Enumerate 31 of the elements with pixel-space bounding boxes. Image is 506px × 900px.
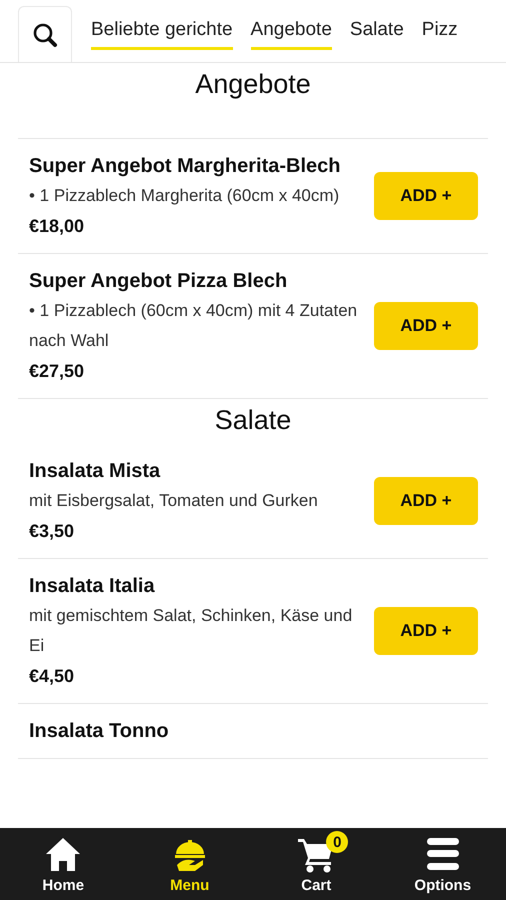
add-button[interactable]: ADD + bbox=[374, 607, 478, 655]
category-tab[interactable]: Pizz bbox=[422, 19, 458, 50]
item-name: Insalata Italia bbox=[29, 574, 156, 599]
item-price: €27,50 bbox=[29, 360, 86, 383]
item-description: mit gemischtem Salat, Schinken, Käse und Ei bbox=[29, 605, 354, 657]
category-tab[interactable]: Angebote bbox=[250, 19, 332, 50]
item-name: Insalata Tonno bbox=[29, 719, 170, 744]
category-tab[interactable]: Salate bbox=[350, 19, 404, 50]
item-description: mit Eisbergsalat, Tomaten und Gurken bbox=[29, 490, 319, 512]
item-price: €3,50 bbox=[29, 520, 76, 543]
item-price: €18,00 bbox=[29, 215, 86, 238]
nav-tab[interactable]: Menu bbox=[126, 828, 253, 900]
nav-tab[interactable]: Options bbox=[380, 828, 506, 900]
item-name: Super Angebot Pizza Blech bbox=[29, 269, 288, 294]
add-button[interactable]: ADD + bbox=[374, 172, 478, 220]
section-title: Angebote bbox=[194, 68, 312, 101]
section-title: Salate bbox=[214, 404, 292, 437]
item-description: • 1 Pizzablech (60cm x 40cm) mit 4 Zutaten nach Wahl bbox=[29, 300, 358, 352]
item-price: €4,50 bbox=[29, 665, 76, 688]
nav-tab[interactable]: Home bbox=[0, 828, 126, 900]
item-name: Super Angebot Margherita-Blech bbox=[29, 154, 342, 179]
cart-count-badge: 0 bbox=[326, 831, 348, 853]
search-button[interactable] bbox=[18, 6, 72, 62]
nav-tab[interactable]: 0 Cart bbox=[253, 828, 380, 900]
item-description: • 1 Pizzablech Margherita (60cm x 40cm) bbox=[29, 185, 340, 207]
category-tab[interactable]: Beliebte gerichte bbox=[91, 19, 233, 50]
add-button[interactable]: ADD + bbox=[374, 477, 478, 525]
search-icon bbox=[32, 22, 58, 48]
add-button[interactable]: ADD + bbox=[374, 302, 478, 350]
home-icon bbox=[44, 835, 82, 873]
item-name: Insalata Mista bbox=[29, 459, 162, 484]
